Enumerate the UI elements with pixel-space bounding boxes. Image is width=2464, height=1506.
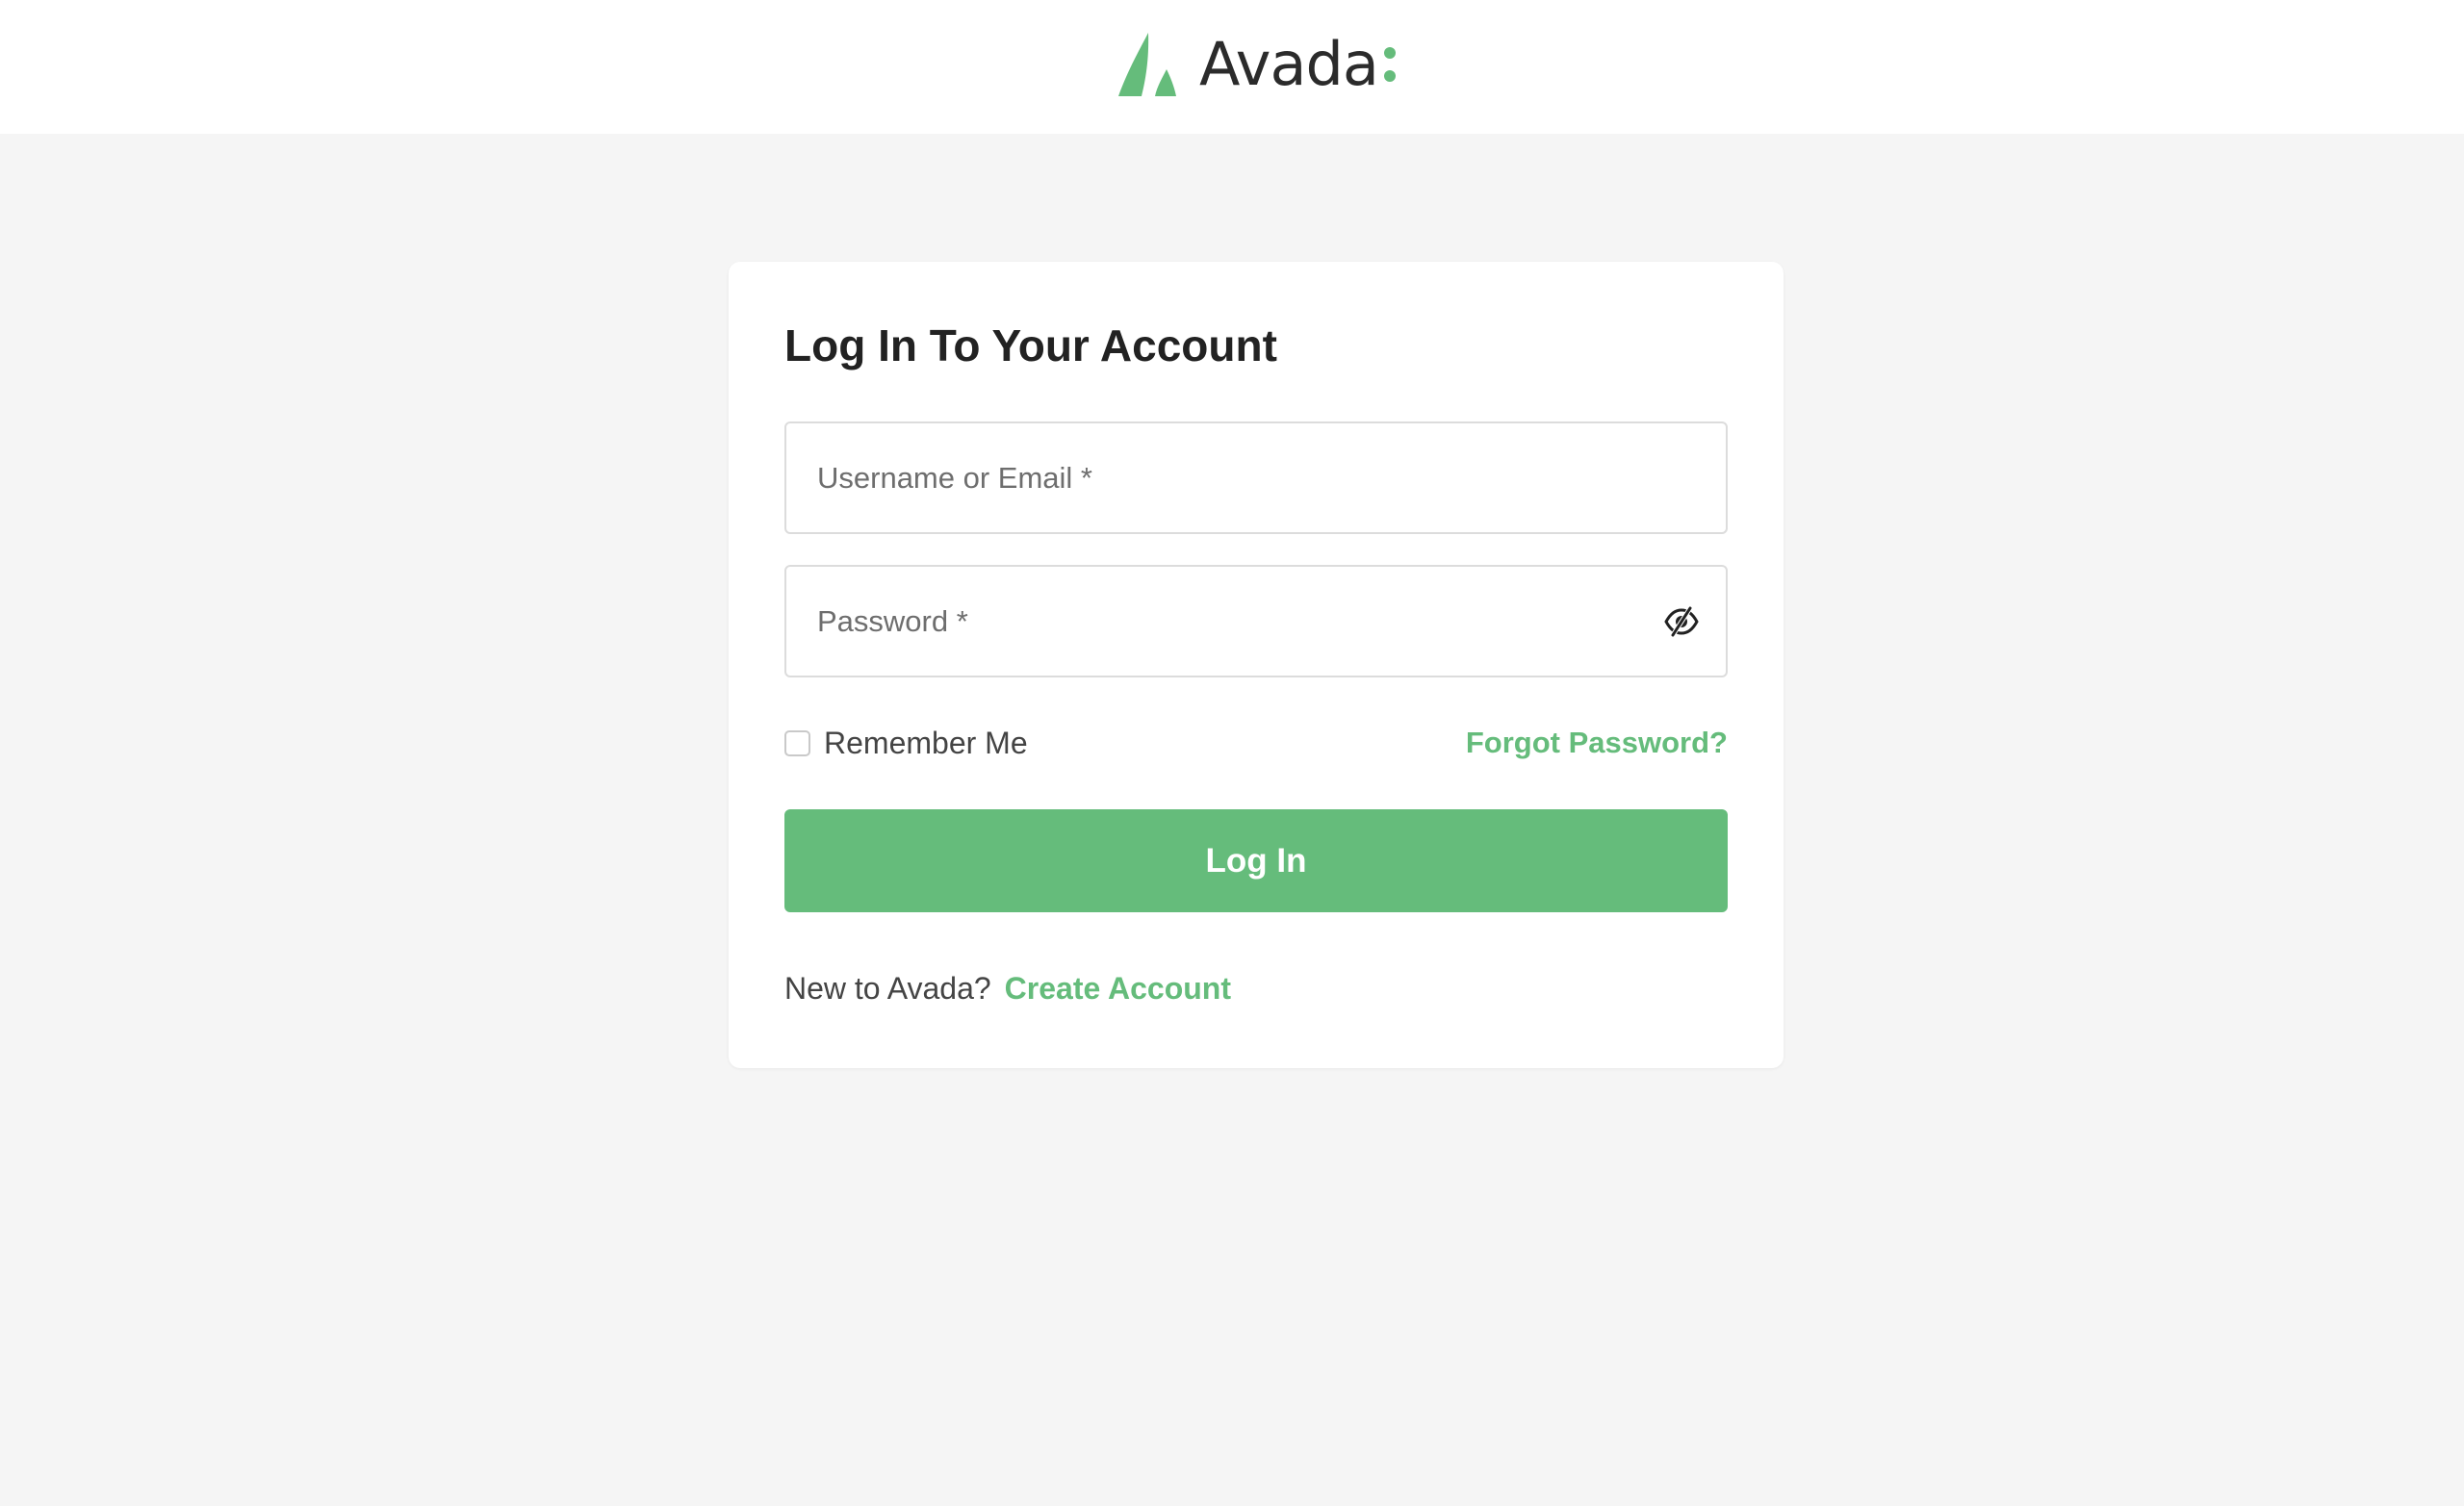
avada-logo[interactable]: Avada	[1116, 29, 1396, 100]
page-title: Log In To Your Account	[784, 320, 1277, 370]
forgot-password-link[interactable]: Forgot Password?	[1466, 724, 1728, 762]
logo-dot	[1383, 47, 1396, 59]
login-button[interactable]: Log In	[784, 809, 1728, 912]
site-header: Avada	[0, 0, 2464, 134]
remember-me-label: Remember Me	[824, 725, 1028, 760]
signup-prompt-text: New to Avada?	[784, 971, 991, 1006]
create-account-link[interactable]: Create Account	[1005, 971, 1231, 1006]
remember-me-checkbox[interactable]	[784, 729, 810, 756]
logo-dot	[1383, 70, 1396, 82]
password-input[interactable]	[786, 567, 1726, 676]
password-field	[784, 565, 1728, 677]
signup-prompt: New to Avada? Create Account	[784, 967, 1231, 1009]
username-input[interactable]	[786, 423, 1726, 532]
username-field	[784, 421, 1728, 534]
login-card: Log In To Your Account Remember Me Forgo…	[729, 262, 1784, 1068]
eye-slash-icon[interactable]	[1664, 605, 1699, 638]
avada-leaf-icon	[1118, 33, 1176, 96]
remember-me-toggle[interactable]: Remember Me	[784, 724, 1028, 762]
logo-colon	[1383, 47, 1396, 82]
logo-text: Avada	[1199, 29, 1379, 99]
